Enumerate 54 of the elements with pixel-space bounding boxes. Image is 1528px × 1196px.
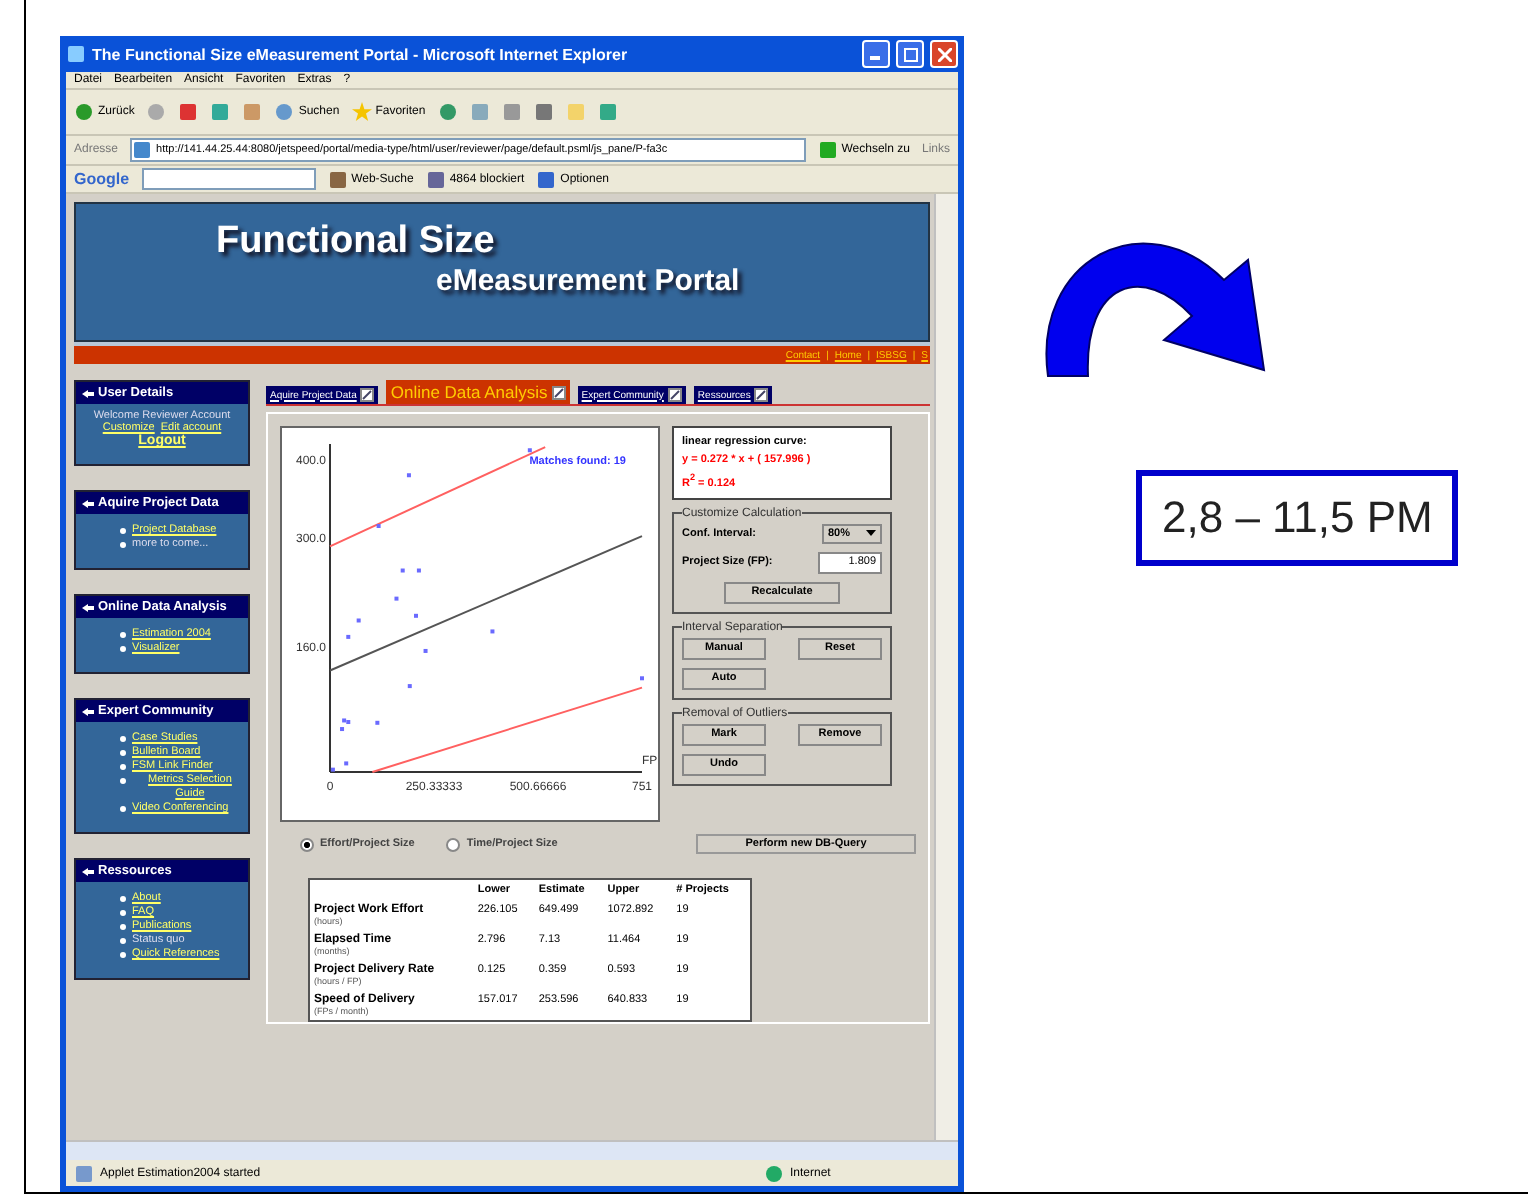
data-point: [346, 634, 351, 639]
maximize-button[interactable]: [896, 40, 924, 68]
bullet: [120, 896, 126, 902]
edit-icon: [667, 388, 682, 402]
bullet: [120, 924, 126, 930]
google-logo[interactable]: Google: [74, 170, 130, 188]
data-point: [406, 473, 411, 478]
window-title: The Functional Size eMeasurement Portal - Microsoft Internet Explorer: [92, 45, 630, 63]
data-point: [330, 767, 335, 772]
arrow-icon: [82, 389, 94, 397]
bullet: [120, 952, 126, 958]
portal-title: Functional Size: [216, 220, 497, 264]
dropdown-icon: [866, 530, 876, 537]
arrow-icon: [82, 603, 94, 611]
bullet: [120, 736, 126, 742]
bullet: [120, 764, 126, 770]
radio-dot[interactable]: [446, 837, 461, 851]
horizontal-scrollbar[interactable]: [66, 1140, 958, 1160]
star-icon: [351, 102, 372, 122]
data-point: [375, 720, 380, 725]
radio-dot[interactable]: [300, 837, 314, 851]
data-point: [407, 684, 412, 689]
minimize-button[interactable]: [862, 40, 890, 68]
edit-icon: [360, 388, 375, 402]
edit-icon: [754, 388, 769, 402]
bullet: [120, 528, 126, 534]
edit-icon: [551, 385, 566, 399]
data-point: [394, 596, 399, 601]
data-point: [527, 448, 532, 453]
bullet: [120, 646, 126, 652]
bullet: [120, 542, 126, 548]
bullet: [120, 778, 126, 784]
bullet: [120, 806, 126, 812]
data-point: [423, 648, 428, 653]
data-point: [490, 629, 495, 634]
bullet: [120, 910, 126, 916]
data-point: [340, 727, 345, 732]
maximize-icon: [903, 47, 917, 61]
data-point: [400, 568, 405, 573]
close-button[interactable]: [930, 40, 958, 68]
data-point: [356, 618, 361, 623]
bullet: [120, 938, 126, 944]
portal-subtitle: eMeasurement Portal: [436, 264, 742, 298]
bullet: [120, 750, 126, 756]
data-point: [344, 761, 349, 766]
close-icon: [937, 47, 951, 61]
callout-text: 2,8 – 11,5 PM: [1136, 470, 1459, 566]
vertical-scrollbar[interactable]: [934, 194, 958, 1140]
bullet: [120, 632, 126, 638]
arrow-icon: [82, 707, 94, 715]
arrow-icon: [82, 499, 94, 507]
data-point: [416, 568, 421, 573]
arrow-icon: [82, 867, 94, 875]
google-search-field[interactable]: [141, 168, 316, 190]
